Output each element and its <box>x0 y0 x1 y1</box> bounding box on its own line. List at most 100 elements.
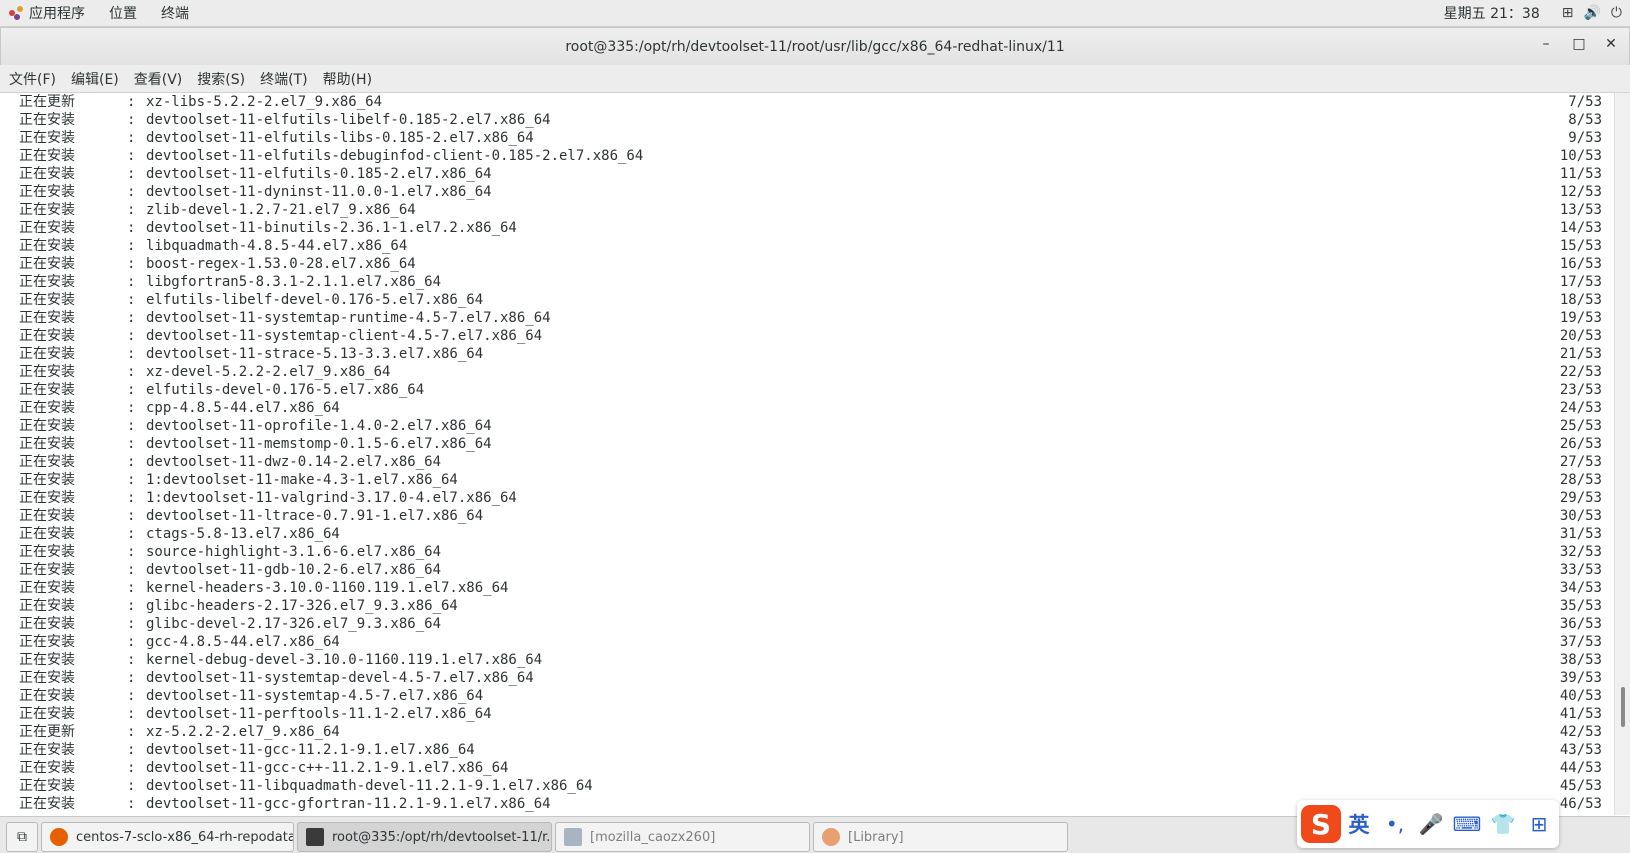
line-status: 正在安装 <box>19 130 75 146</box>
sogou-logo-icon[interactable]: S <box>1301 805 1341 843</box>
line-status: 正在安装 <box>19 454 75 470</box>
toolbox-icon[interactable]: ⊞ <box>1521 812 1557 836</box>
ime-language-toggle[interactable]: 英 <box>1341 809 1377 839</box>
taskbar-label: [mozilla_caozx260] <box>590 829 716 845</box>
line-package: glibc-devel-2.17-326.el7_9.3.x86_64 <box>146 616 442 632</box>
power-icon[interactable]: ⏻ <box>1611 5 1622 21</box>
line-progress: 28/53 <box>1559 472 1602 488</box>
menu-edit[interactable]: 编辑(E) <box>71 69 119 89</box>
line-status: 正在安装 <box>19 292 75 308</box>
terminal-output[interactable]: 正在更新: xz-libs-5.2.2-2.el7_9.x86_64 7/53 正在安… <box>0 93 1614 815</box>
volume-icon[interactable]: 🔊 <box>1583 5 1600 21</box>
line-separator: : <box>127 724 136 740</box>
taskbar-item-library[interactable]: [Library] <box>813 822 1068 852</box>
line-progress: 43/53 <box>1559 742 1602 758</box>
taskbar-label: [Library] <box>848 829 904 845</box>
line-package: devtoolset-11-binutils-2.36.1-1.el7.2.x8… <box>146 220 517 236</box>
line-separator: : <box>127 292 136 308</box>
keyboard-icon[interactable]: ⌨ <box>1449 812 1485 836</box>
line-progress: 31/53 <box>1559 526 1602 542</box>
menu-help[interactable]: 帮助(H) <box>323 69 372 89</box>
terminal-line: 正在安装: devtoolset-11-systemtap-runtime-4.5… <box>0 309 1614 327</box>
microphone-icon[interactable]: 🎤 <box>1413 812 1449 836</box>
line-status: 正在安装 <box>19 328 75 344</box>
line-package: ctags-5.8-13.el7.x86_64 <box>146 526 340 542</box>
window-titlebar[interactable]: root@335:/opt/rh/devtoolset-11/root/usr/… <box>0 27 1630 66</box>
line-package: xz-devel-5.2.2-2.el7_9.x86_64 <box>146 364 391 380</box>
line-progress: 8/53 <box>1568 112 1602 128</box>
line-status: 正在安装 <box>19 742 75 758</box>
taskbar-item-firefox-repodata[interactable]: centos-7-sclo-x86_64-rh-repodata... <box>41 822 294 852</box>
menu-search[interactable]: 搜索(S) <box>197 69 245 89</box>
ime-punctuation-toggle[interactable]: •, <box>1377 812 1413 836</box>
network-icon[interactable]: ⊞ <box>1562 5 1574 21</box>
menu-terminal[interactable]: 终端(T) <box>260 69 307 89</box>
maximize-button[interactable]: □ <box>1569 36 1589 52</box>
line-separator: : <box>127 382 136 398</box>
line-progress: 38/53 <box>1559 652 1602 668</box>
clock[interactable]: 星期五 21：38 <box>1444 3 1540 23</box>
terminal-line: 正在安装: gcc-4.8.5-44.el7.x86_64 37/53 <box>0 633 1614 651</box>
line-package: elfutils-libelf-devel-0.176-5.el7.x86_64 <box>146 292 484 308</box>
scrollbar-thumb[interactable] <box>1621 687 1625 727</box>
close-button[interactable]: ✕ <box>1601 36 1621 52</box>
line-separator: : <box>127 544 136 560</box>
line-separator: : <box>127 94 136 110</box>
line-package: devtoolset-11-gcc-c++-11.2.1-9.1.el7.x86… <box>146 760 509 776</box>
applications-menu[interactable]: 应用程序 <box>29 3 85 23</box>
terminal-line: 正在安装: glibc-devel-2.17-326.el7_9.3.x86_64… <box>0 615 1614 633</box>
show-desktop-button[interactable]: ⧉ <box>6 822 38 852</box>
line-separator: : <box>127 490 136 506</box>
line-status: 正在安装 <box>19 166 75 182</box>
line-package: libgfortran5-8.3.1-2.1.1.el7.x86_64 <box>146 274 442 290</box>
line-status: 正在安装 <box>19 598 75 614</box>
line-package: devtoolset-11-memstomp-0.1.5-6.el7.x86_6… <box>146 436 492 452</box>
line-package: devtoolset-11-strace-5.13-3.3.el7.x86_64 <box>146 346 484 362</box>
line-status: 正在安装 <box>19 382 75 398</box>
line-progress: 17/53 <box>1559 274 1602 290</box>
menu-view[interactable]: 查看(V) <box>134 69 183 89</box>
ime-toolbar[interactable]: S 英 •, 🎤 ⌨ 👕 ⊞ <box>1297 800 1559 848</box>
menu-file[interactable]: 文件(F) <box>9 69 56 89</box>
line-separator: : <box>127 778 136 794</box>
taskbar-item-terminal[interactable]: root@335:/opt/rh/devtoolset-11/r... <box>297 822 552 852</box>
line-status: 正在安装 <box>19 346 75 362</box>
file-manager-icon <box>564 828 582 846</box>
line-package: devtoolset-11-systemtap-4.5-7.el7.x86_64 <box>146 688 484 704</box>
terminal-line: 正在安装: devtoolset-11-ltrace-0.7.91-1.el7.x… <box>0 507 1614 525</box>
line-progress: 16/53 <box>1559 256 1602 272</box>
line-separator: : <box>127 328 136 344</box>
line-progress: 27/53 <box>1559 454 1602 470</box>
skin-icon[interactable]: 👕 <box>1485 812 1521 836</box>
line-separator: : <box>127 796 136 812</box>
line-package: kernel-debug-devel-3.10.0-1160.119.1.el7… <box>146 652 543 668</box>
line-separator: : <box>127 634 136 650</box>
line-package: devtoolset-11-elfutils-libs-0.185-2.el7.… <box>146 130 534 146</box>
line-progress: 22/53 <box>1559 364 1602 380</box>
line-separator: : <box>127 112 136 128</box>
minimize-button[interactable]: – <box>1536 36 1556 52</box>
line-progress: 21/53 <box>1559 346 1602 362</box>
line-status: 正在安装 <box>19 580 75 596</box>
line-separator: : <box>127 598 136 614</box>
line-package: devtoolset-11-elfutils-debuginfod-client… <box>146 148 644 164</box>
terminal-line: 正在安装: devtoolset-11-binutils-2.36.1-1.el7… <box>0 219 1614 237</box>
line-package: 1:devtoolset-11-make-4.3-1.el7.x86_64 <box>146 472 458 488</box>
line-separator: : <box>127 256 136 272</box>
line-package: source-highlight-3.1.6-6.el7.x86_64 <box>146 544 442 560</box>
terminal-app-menu[interactable]: 终端 <box>161 3 189 23</box>
line-status: 正在安装 <box>19 526 75 542</box>
line-package: devtoolset-11-libquadmath-devel-11.2.1-9… <box>146 778 593 794</box>
line-package: devtoolset-11-dwz-0.14-2.el7.x86_64 <box>146 454 442 470</box>
line-separator: : <box>127 670 136 686</box>
terminal-scrollbar[interactable] <box>1614 93 1630 815</box>
terminal-line: 正在安装: zlib-devel-1.2.7-21.el7_9.x86_64 13/… <box>0 201 1614 219</box>
places-menu[interactable]: 位置 <box>109 3 137 23</box>
line-package: libquadmath-4.8.5-44.el7.x86_64 <box>146 238 408 254</box>
line-progress: 9/53 <box>1568 130 1602 146</box>
taskbar-item-file-manager[interactable]: [mozilla_caozx260] <box>555 822 810 852</box>
terminal-line: 正在安装: cpp-4.8.5-44.el7.x86_64 24/53 <box>0 399 1614 417</box>
line-progress: 33/53 <box>1559 562 1602 578</box>
line-separator: : <box>127 130 136 146</box>
line-progress: 36/53 <box>1559 616 1602 632</box>
